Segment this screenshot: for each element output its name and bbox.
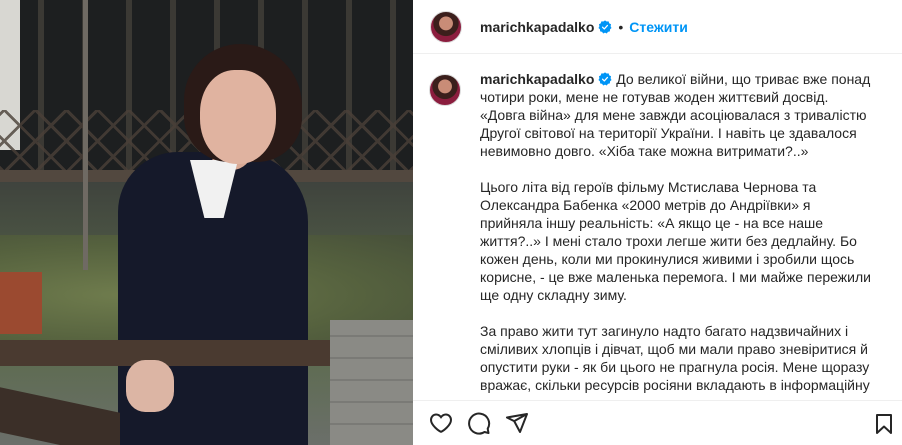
post-photo[interactable] (0, 0, 413, 445)
comment-icon[interactable] (467, 411, 491, 435)
header-username[interactable]: marichkapadalko (480, 19, 594, 35)
post-side-panel: marichkapadalko • Стежити marichkapadalk… (413, 0, 902, 445)
header-separator: • (618, 18, 624, 35)
caption-paragraph-2: Цього літа від героїв фільму Мстислава Ч… (480, 179, 871, 303)
caption-paragraph-3: За право жити тут загинуло надто багато … (480, 323, 870, 393)
photo-wooden-plank (0, 387, 120, 445)
photo-hand (126, 360, 174, 412)
post-header: marichkapadalko • Стежити (413, 0, 902, 54)
caption-container[interactable]: marichkapadalko До великої війни, що три… (413, 55, 902, 400)
verified-badge-icon (598, 72, 612, 86)
bookmark-icon[interactable] (872, 412, 896, 436)
caption-avatar[interactable] (429, 74, 461, 106)
photo-garden-bed (0, 272, 42, 334)
heart-icon[interactable] (429, 411, 453, 435)
action-bar (413, 400, 902, 445)
photo-paving (330, 320, 413, 445)
share-icon[interactable] (505, 411, 529, 435)
caption-paragraph-1: marichkapadalko До великої війни, що три… (480, 70, 876, 160)
follow-button[interactable]: Стежити (629, 19, 688, 35)
photo-face (200, 70, 276, 164)
caption-username[interactable]: marichkapadalko (480, 71, 594, 87)
verified-badge-icon (598, 19, 612, 34)
post-caption: marichkapadalko До великої війни, що три… (480, 70, 876, 400)
photo-wooden-beam (0, 340, 330, 366)
avatar[interactable] (430, 10, 462, 43)
photo-tree-trunk (83, 0, 88, 270)
